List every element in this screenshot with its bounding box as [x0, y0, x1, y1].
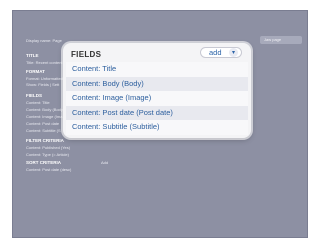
section-link[interactable]: Content: Post date (desc): [26, 167, 71, 172]
sort-add-dropdown[interactable]: Add: [101, 160, 123, 166]
chevron-down-icon[interactable]: ▾: [229, 48, 238, 57]
section-link[interactable]: Content: Published (Yes): [26, 145, 70, 150]
add-field-button-label: add: [209, 48, 222, 57]
section-link[interactable]: Show: Fields | Sett: [26, 82, 59, 87]
add-field-button[interactable]: add ▾: [200, 47, 242, 58]
section-heading-sort: SORT CRITERIA: [26, 160, 62, 165]
field-item-body[interactable]: Content: Body (Body): [66, 76, 248, 91]
display-dropdown-label: Jaw page: [264, 37, 282, 42]
display-dropdown[interactable]: Jaw page: [260, 36, 302, 44]
fields-panel-header: FIELDS add ▾: [63, 43, 251, 61]
section-link[interactable]: Content: Image (Ima: [26, 114, 62, 119]
section-link[interactable]: Format: Unformatted: [26, 76, 63, 81]
section-link[interactable]: Title: Recent content: [26, 60, 63, 65]
section-link[interactable]: Content: Type (= Article): [26, 152, 69, 157]
fields-panel-title: FIELDS: [71, 50, 102, 59]
field-item-subtitle[interactable]: Content: Subtitle (Subtitle): [66, 120, 248, 135]
section-link[interactable]: Content: Post date: [26, 121, 59, 126]
section-heading-title: TITLE: [26, 53, 39, 58]
section-heading-filter: FILTER CRITERIA: [26, 138, 64, 143]
section-link[interactable]: Content: Title: [26, 100, 50, 105]
display-name-label: Display name: Page: [26, 38, 62, 43]
field-item-title[interactable]: Content: Title: [66, 62, 248, 77]
field-list: Content: Title Content: Body (Body) Cont…: [66, 62, 248, 135]
fields-panel: FIELDS add ▾ Content: Title Content: Bod…: [63, 43, 251, 138]
field-item-post-date[interactable]: Content: Post date (Post date): [66, 105, 248, 120]
section-link[interactable]: Content: Body (Body): [26, 107, 64, 112]
section-heading-fields: FIELDS: [26, 93, 43, 98]
field-item-image[interactable]: Content: Image (Image): [66, 91, 248, 106]
section-link[interactable]: Content: Subtitle (S: [26, 128, 61, 133]
section-heading-format: FORMAT: [26, 69, 45, 74]
